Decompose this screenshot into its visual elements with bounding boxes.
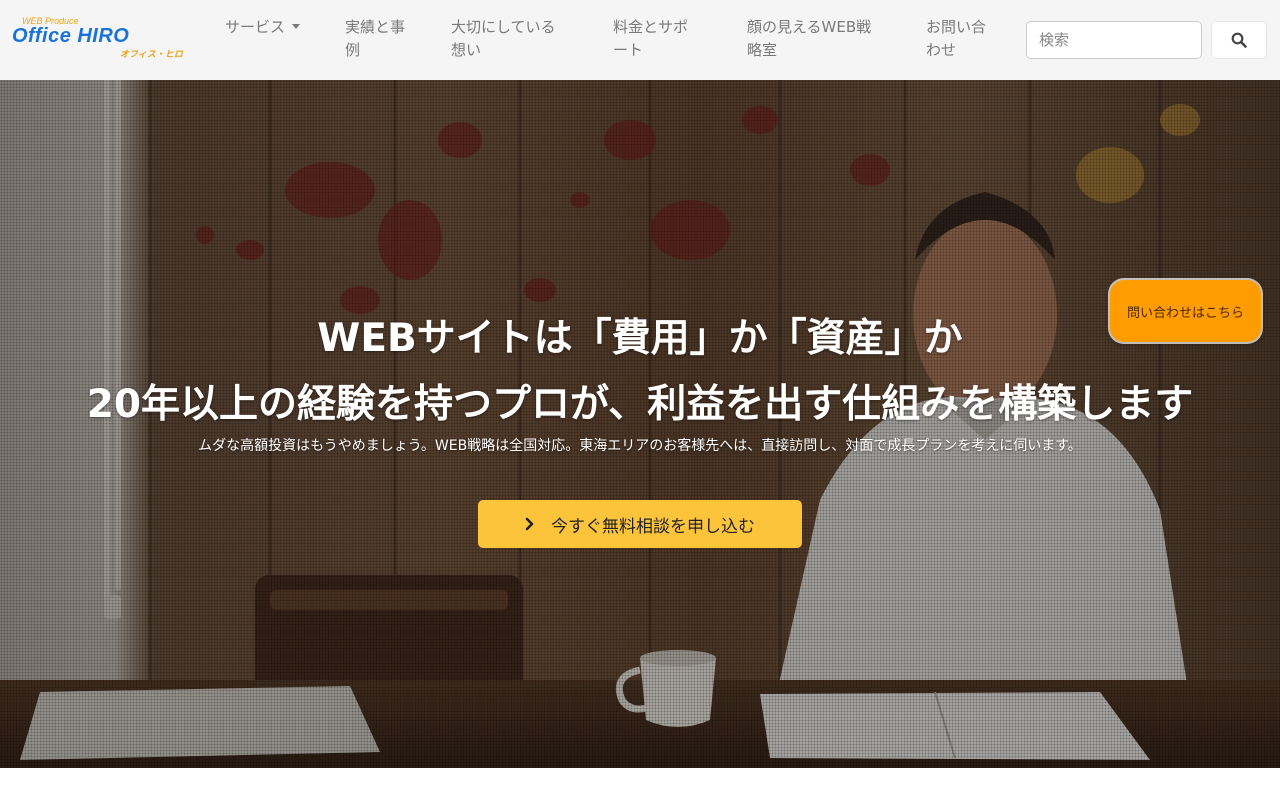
nav-strategy-label-2: 略室 bbox=[747, 41, 778, 59]
search-button[interactable] bbox=[1211, 21, 1267, 59]
nav-values-label-2: 想い bbox=[451, 41, 482, 59]
nav-values-label-1: 大切にしている bbox=[451, 18, 556, 36]
brand-logo[interactable]: WEB Produce Office HIRO オフィス・ヒロ bbox=[12, 16, 192, 60]
hero-title: WEBサイトは「費用」か「資産」か 20年以上の経験を持つプロが、利益を出す仕組… bbox=[0, 306, 1280, 438]
nav-strategy-label-1: 顔の見えるWEB戦 bbox=[747, 18, 872, 36]
nav-works-label-2: 例 bbox=[345, 41, 361, 59]
nav-contact-label-2: わせ bbox=[926, 41, 957, 59]
brand-wordmark: Office HIRO bbox=[12, 25, 129, 48]
hero-title-line-2: 20年以上の経験を持つプロが、利益を出す仕組みを構築します bbox=[86, 382, 1194, 427]
nav-works-label-1: 実績と事 bbox=[345, 18, 406, 36]
search-icon bbox=[1231, 32, 1247, 48]
nav-values[interactable]: 大切にしている 想い bbox=[451, 16, 556, 62]
brand-word-hiro: HIRO bbox=[77, 25, 130, 47]
brand-word-office: Office bbox=[12, 25, 72, 47]
navbar: WEB Produce Office HIRO オフィス・ヒロ サービス 実績と事… bbox=[0, 0, 1280, 80]
hero-subtitle: ムダな高額投資はもうやめましょう。WEB戦略は全国対応。東海エリアのお客様先へは… bbox=[198, 438, 1082, 454]
chevron-right-icon bbox=[525, 517, 535, 531]
nav-works[interactable]: 実績と事 例 bbox=[345, 16, 405, 62]
free-consultation-label: 今すぐ無料相談を申し込む bbox=[551, 516, 755, 537]
brand-kana: オフィス・ヒロ bbox=[120, 50, 183, 60]
nav-contact-label-1: お問い合 bbox=[926, 18, 987, 36]
floating-contact-button[interactable]: 問い合わせはこちら bbox=[1110, 280, 1261, 342]
nav-pricing-label-1: 料金とサポ bbox=[613, 18, 689, 36]
search-input[interactable] bbox=[1026, 21, 1202, 59]
nav-pricing-label-2: ート bbox=[613, 41, 644, 59]
floating-contact-label: 問い合わせはこちら bbox=[1126, 305, 1244, 321]
nav-services-dropdown[interactable]: サービス bbox=[225, 16, 301, 39]
caret-down-icon bbox=[292, 24, 301, 29]
hero-title-line-1: WEBサイトは「費用」か「資産」か bbox=[317, 316, 963, 361]
nav-strategy[interactable]: 顔の見えるWEB戦 略室 bbox=[747, 16, 871, 62]
free-consultation-button[interactable]: 今すぐ無料相談を申し込む bbox=[478, 500, 802, 548]
nav-services-label: サービス bbox=[225, 18, 286, 36]
nav-contact[interactable]: お問い合 わせ bbox=[926, 16, 986, 62]
hero-section: WEBサイトは「費用」か「資産」か 20年以上の経験を持つプロが、利益を出す仕組… bbox=[0, 80, 1280, 768]
nav-pricing[interactable]: 料金とサポ ート bbox=[613, 16, 688, 62]
